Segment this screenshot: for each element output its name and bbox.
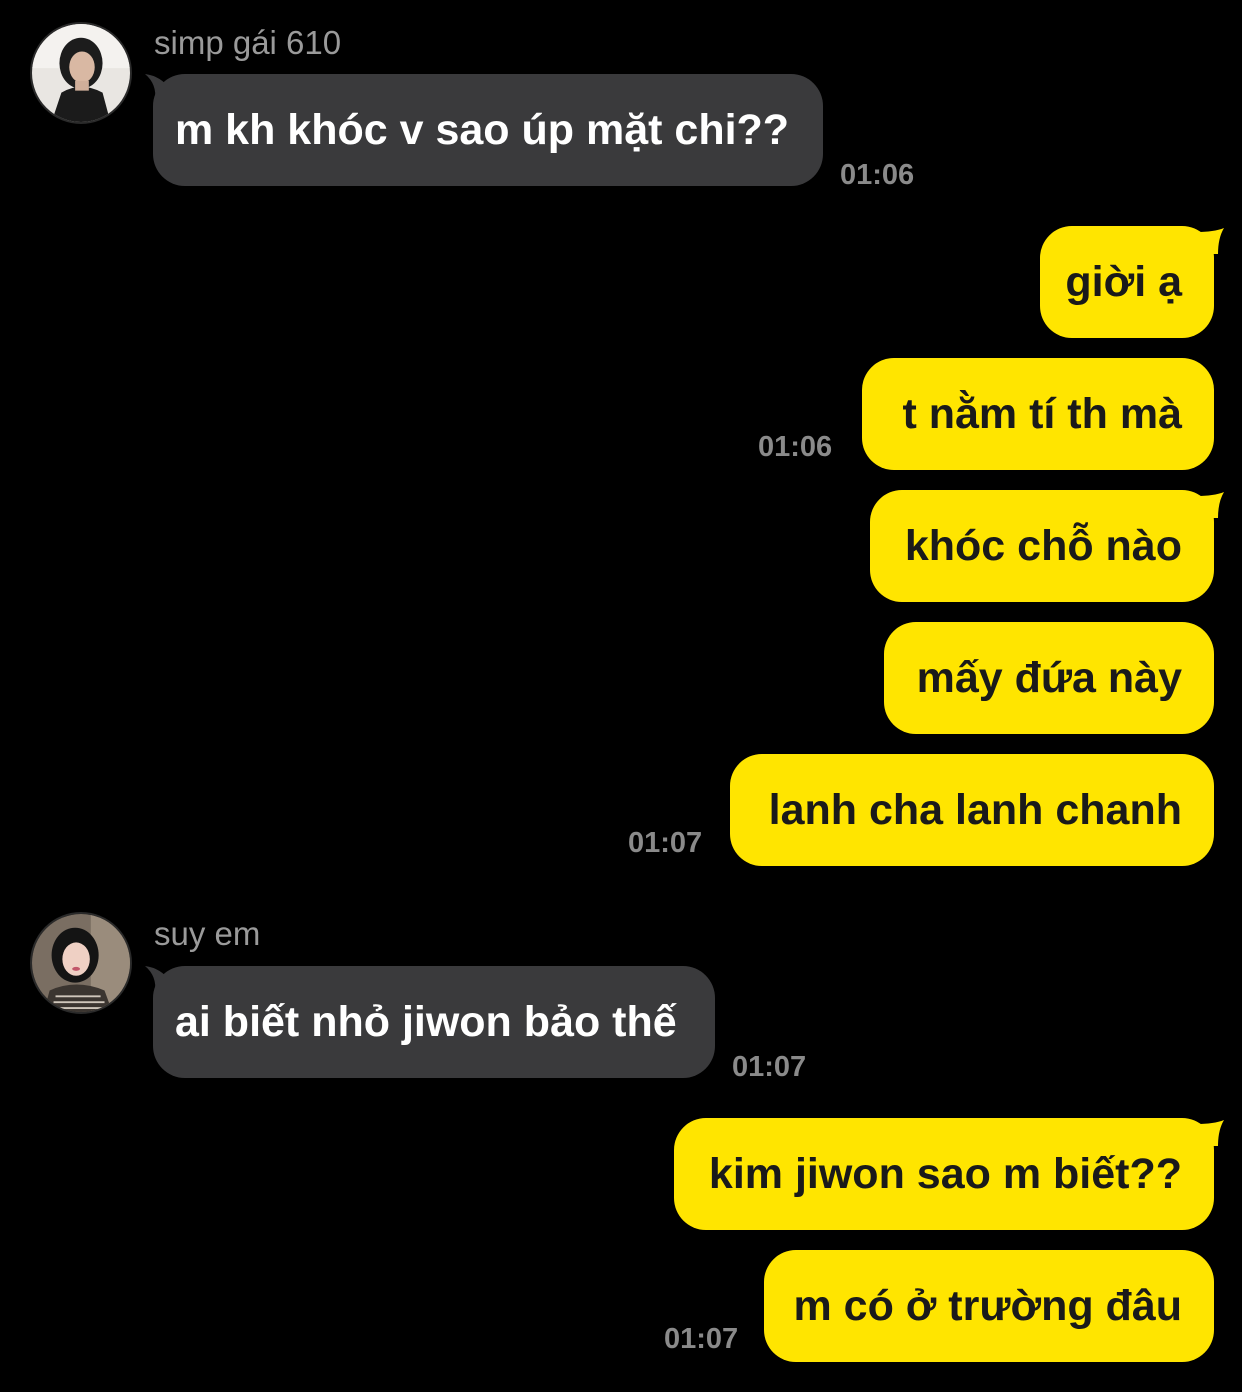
message-bubble-outgoing[interactable]: m có ở trường đâu <box>764 1250 1214 1362</box>
message-text: lanh cha lanh chanh <box>768 785 1182 834</box>
profile-photo-avatar-icon <box>32 914 130 1012</box>
message-timestamp: 01:06 <box>758 431 833 463</box>
message-text: giời ạ <box>1065 257 1182 306</box>
bubble-tail-icon <box>1196 228 1224 254</box>
message-text: m có ở trường đâu <box>793 1281 1182 1330</box>
message-text: khóc chỗ nào <box>904 521 1182 570</box>
message-text: t nằm tí th mà <box>902 389 1182 438</box>
bubble-tail-icon <box>1196 1120 1224 1146</box>
message-text: m kh khóc v sao úp mặt chi?? <box>175 105 790 154</box>
message-bubble-incoming[interactable]: m kh khóc v sao úp mặt chi?? <box>153 74 823 186</box>
message-bubble-outgoing[interactable]: mấy đứa này <box>884 622 1214 734</box>
message-bubble-incoming[interactable]: ai biết nhỏ jiwon bảo thế <box>153 966 715 1078</box>
message-timestamp: 01:07 <box>732 1051 807 1083</box>
message-bubble-outgoing[interactable]: khóc chỗ nào <box>870 490 1214 602</box>
bubble-tail-icon <box>1196 492 1224 518</box>
message-timestamp: 01:06 <box>840 159 915 191</box>
sender-avatar-1[interactable] <box>30 22 132 124</box>
bubble-tail-icon <box>145 966 171 992</box>
bubble-tail-icon <box>145 74 171 100</box>
message-timestamp: 01:07 <box>628 827 703 859</box>
message-text: kim jiwon sao m biết?? <box>708 1149 1182 1198</box>
sender-name: suy em <box>154 915 261 952</box>
sender-name: simp gái 610 <box>154 24 342 61</box>
message-timestamp: 01:07 <box>664 1323 739 1355</box>
profile-photo-avatar-icon <box>32 24 130 122</box>
message-bubble-outgoing[interactable]: lanh cha lanh chanh <box>730 754 1214 866</box>
message-text: ai biết nhỏ jiwon bảo thế <box>175 997 677 1046</box>
message-bubble-outgoing[interactable]: kim jiwon sao m biết?? <box>674 1118 1214 1230</box>
message-text: mấy đứa này <box>916 653 1182 702</box>
sender-avatar-2[interactable] <box>30 912 132 1014</box>
message-bubble-outgoing[interactable]: giời ạ <box>1040 226 1214 338</box>
message-bubble-outgoing[interactable]: t nằm tí th mà <box>862 358 1214 470</box>
